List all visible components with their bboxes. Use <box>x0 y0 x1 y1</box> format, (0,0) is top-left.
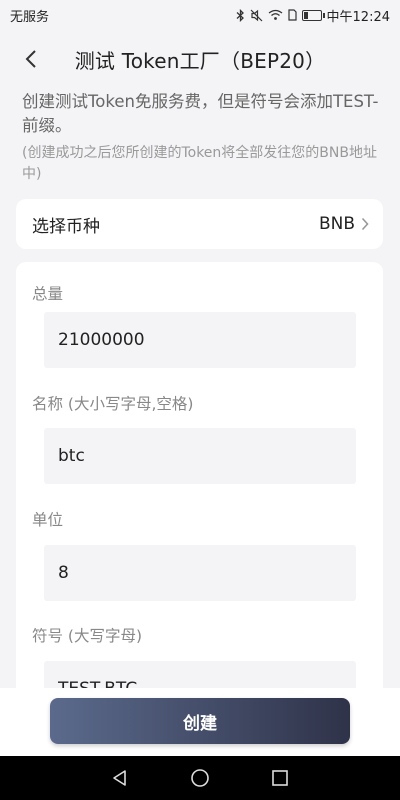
coin-selector[interactable]: 选择币种 BNB <box>16 199 383 249</box>
total-supply-input[interactable] <box>44 312 356 368</box>
nav-home-button[interactable] <box>185 763 215 793</box>
bottom-action-bar: 创建 <box>0 688 400 756</box>
recents-square-icon <box>272 770 288 786</box>
token-name-label: 名称 (大小写字母,空格) <box>32 395 194 413</box>
mute-icon <box>250 9 262 21</box>
symbol-label: 符号 (大写字母) <box>32 627 143 645</box>
delivery-note: (创建成功之后您所创建的Token将全部发往您的BNB地址中) <box>22 145 377 182</box>
header: 测试 Token工厂（BEP20） <box>0 36 400 82</box>
token-name-input[interactable] <box>44 428 356 484</box>
nav-recents-button[interactable] <box>265 763 295 793</box>
decimals-label: 单位 <box>32 511 64 529</box>
bluetooth-icon <box>236 8 244 22</box>
status-bar: 无服务 中午12:24 <box>0 0 400 30</box>
back-button[interactable] <box>14 42 48 76</box>
battery-icon <box>301 9 325 21</box>
wifi-icon <box>268 9 282 20</box>
coin-selector-label: 选择币种 <box>32 216 100 237</box>
back-triangle-icon <box>113 770 126 786</box>
fee-description: 创建测试Token免服务费，但是符号会添加TEST-前缀。 <box>22 92 379 135</box>
total-supply-label: 总量 <box>32 285 64 303</box>
system-nav-bar <box>0 756 400 800</box>
status-time: 中午12:24 <box>326 9 390 25</box>
status-icons: 中午12:24 <box>236 6 390 25</box>
coin-selector-value: BNB <box>318 214 355 234</box>
token-form: 总量 名称 (大小写字母,空格) 单位 符号 (大写字母) <box>16 262 383 722</box>
create-button[interactable]: 创建 <box>50 698 350 744</box>
sim-icon <box>287 9 297 21</box>
chevron-left-icon <box>25 50 36 68</box>
chevron-right-icon <box>361 217 369 231</box>
home-circle-icon <box>191 769 209 787</box>
nav-back-button[interactable] <box>105 763 135 793</box>
decimals-input[interactable] <box>44 545 356 601</box>
carrier-label: 无服务 <box>10 9 50 25</box>
page-title: 测试 Token工厂（BEP20） <box>74 48 326 73</box>
coin-selector-value-group: BNB <box>319 214 369 234</box>
